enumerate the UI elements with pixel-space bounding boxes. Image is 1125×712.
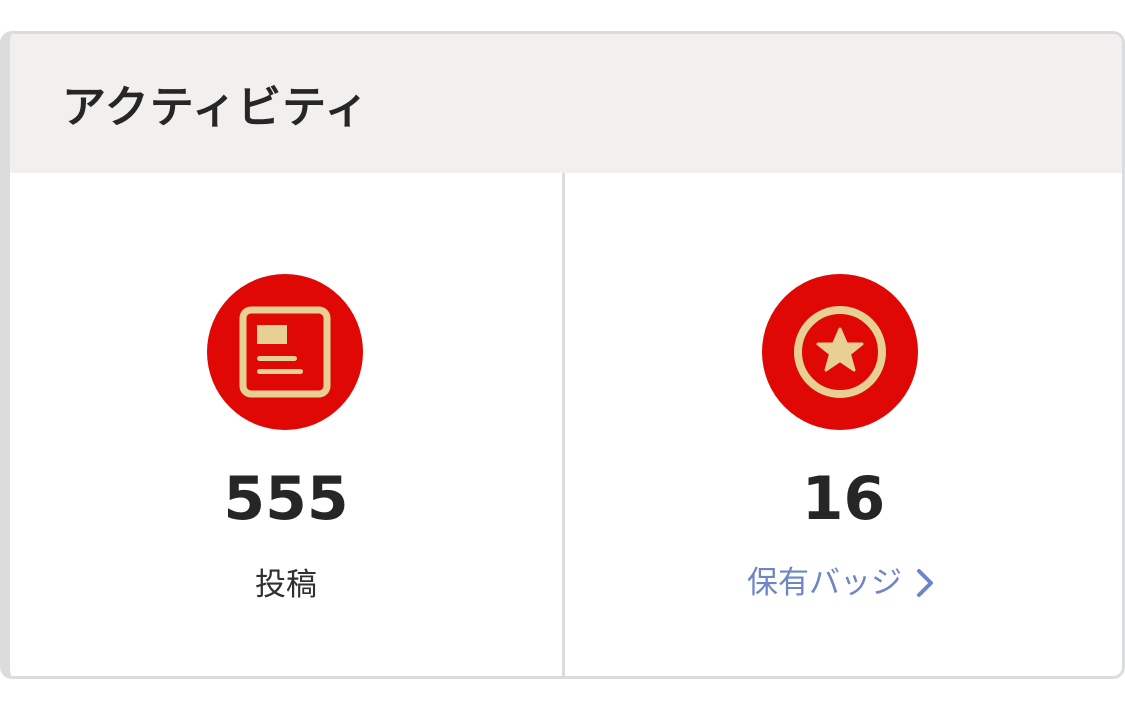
- article-icon: [207, 274, 363, 430]
- owned-badges-link[interactable]: 保有バッジ: [565, 563, 1122, 603]
- owned-badges-label: 保有バッジ: [747, 565, 902, 601]
- card-header: アクティビティ: [10, 34, 1122, 173]
- posts-count: 555: [223, 464, 349, 534]
- activity-stats: 555 投稿 16 保有バッジ: [10, 173, 1122, 676]
- star-badge-icon: [762, 274, 918, 430]
- posts-label: 投稿: [255, 567, 317, 603]
- badges-count: 16: [801, 464, 886, 534]
- badges-stat: 16 保有バッジ: [565, 173, 1122, 676]
- activity-card: アクティビティ 555 投稿 16 保有バッジ: [0, 31, 1125, 679]
- card-title: アクティビティ: [62, 81, 370, 133]
- posts-stat: 555 投稿: [10, 173, 565, 676]
- chevron-right-icon: [912, 565, 940, 601]
